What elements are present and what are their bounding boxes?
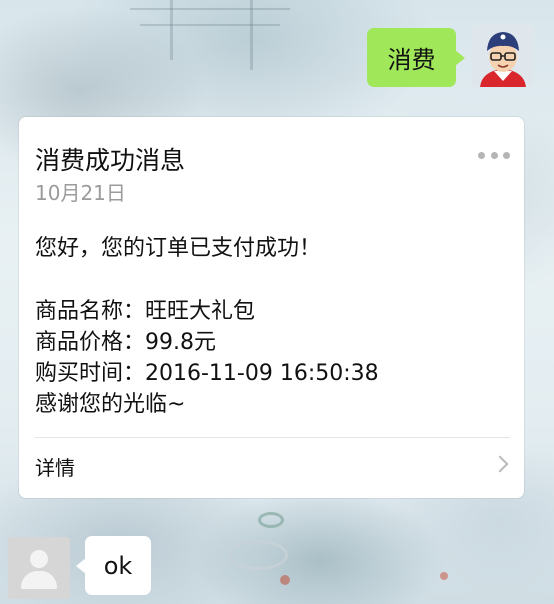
card-detail-thanks: 感谢您的光临~ (35, 392, 186, 417)
cartoon-avatar-icon (472, 25, 534, 87)
more-dot (490, 151, 498, 159)
card-greeting: 您好，您的订单已支付成功！ (35, 236, 322, 261)
card-title: 消费成功消息 (35, 146, 186, 175)
self-avatar[interactable] (472, 25, 534, 87)
outgoing-message-text: 消费 (387, 46, 436, 74)
background-decoration (170, 0, 173, 60)
card-details-link[interactable]: 详情 (19, 438, 524, 498)
default-user-avatar-icon (30, 550, 48, 568)
more-dot (478, 151, 485, 159)
card-date: 10月21日 (35, 181, 126, 205)
background-decoration (228, 540, 288, 570)
more-dot (503, 151, 510, 159)
more-dots-icon[interactable] (478, 150, 510, 160)
card-body: 您好，您的订单已支付成功！ 商品名称：旺旺大礼包 商品价格：99.8元 购买时间… (35, 233, 379, 420)
incoming-message-bubble[interactable]: ok (76, 536, 151, 595)
background-decoration (140, 24, 280, 26)
card-detail-product-name: 商品名称：旺旺大礼包 (35, 299, 256, 324)
payment-notification-card[interactable]: 消费成功消息 10月21日 您好，您的订单已支付成功！ 商品名称：旺旺大礼包 商… (19, 117, 524, 498)
card-detail-product-price: 商品价格：99.8元 (35, 330, 216, 355)
background-decoration (440, 572, 448, 580)
background-decoration (280, 575, 290, 585)
background-decoration (250, 0, 253, 70)
default-user-avatar-body (21, 571, 57, 589)
chevron-right-icon (491, 455, 509, 473)
card-details-label: 详情 (35, 456, 75, 480)
incoming-message-text: ok (103, 551, 133, 580)
background-decoration (130, 8, 290, 10)
outgoing-message-bubble[interactable]: 消费 (367, 28, 465, 87)
card-detail-purchase-time: 购买时间：2016-11-09 16:50:38 (35, 361, 379, 386)
background-decoration (258, 512, 284, 528)
contact-avatar[interactable] (8, 537, 70, 599)
